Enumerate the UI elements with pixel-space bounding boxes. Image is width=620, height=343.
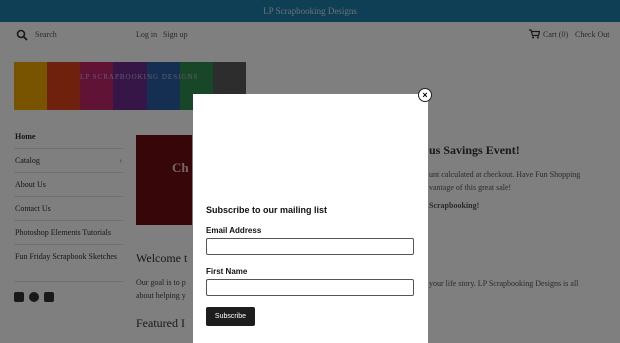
close-icon[interactable]: × (418, 88, 432, 102)
subscribe-button[interactable]: Subscribe (206, 307, 255, 326)
email-field[interactable] (206, 238, 414, 255)
first-name-label: First Name (206, 267, 248, 276)
email-label: Email Address (206, 226, 262, 235)
modal-title: Subscribe to our mailing list (206, 205, 328, 215)
first-name-field[interactable] (206, 279, 414, 296)
newsletter-modal: × Subscribe to our mailing list Email Ad… (193, 88, 432, 343)
